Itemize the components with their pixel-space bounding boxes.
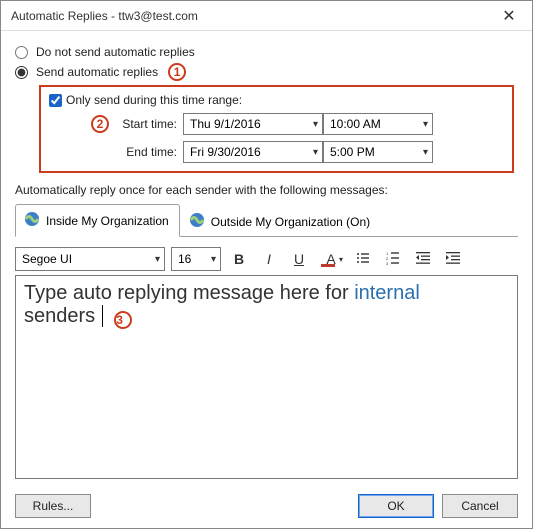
tab-outside-org[interactable]: Outside My Organization (On) (180, 205, 381, 237)
title-bar: Automatic Replies - ttw3@test.com ✕ (1, 1, 532, 31)
chevron-down-icon: ▾ (423, 147, 428, 158)
end-time-label: End time: (113, 145, 183, 159)
end-time-value: 5:00 PM (330, 145, 375, 159)
indent-icon (446, 251, 460, 268)
font-color-button[interactable]: A ▾ (317, 247, 345, 271)
time-grid: 2 Start time: Thu 9/1/2016 ▾ 10:00 AM ▾ … (85, 113, 504, 163)
number-list-button[interactable]: 123 (381, 247, 405, 271)
chevron-down-icon: ▾ (339, 255, 343, 264)
only-send-checkbox[interactable] (49, 94, 62, 107)
chevron-down-icon: ▾ (211, 254, 216, 265)
radio-send-label: Send automatic replies (36, 65, 158, 79)
only-send-checkbox-row[interactable]: Only send during this time range: (49, 93, 504, 107)
indent-button[interactable] (441, 247, 465, 271)
rules-button[interactable]: Rules... (15, 494, 91, 518)
radio-do-not-send[interactable]: Do not send automatic replies (15, 45, 518, 59)
chevron-down-icon: ▾ (155, 254, 160, 265)
number-list-icon: 123 (386, 251, 400, 268)
dialog-footer: Rules... OK Cancel (15, 494, 518, 518)
start-time-label: Start time: (113, 117, 183, 131)
start-time-combo[interactable]: 10:00 AM ▾ (323, 113, 433, 135)
font-name-combo[interactable]: Segoe UI ▾ (15, 247, 165, 271)
italic-button[interactable]: I (257, 247, 281, 271)
tab-inside-label: Inside My Organization (46, 214, 169, 228)
end-time-combo[interactable]: 5:00 PM ▾ (323, 141, 433, 163)
bold-icon: B (234, 251, 244, 267)
ok-button[interactable]: OK (358, 494, 434, 518)
editor-text-1: Type auto replying message here for (24, 282, 354, 304)
editor-text-2: senders (24, 305, 95, 327)
window-title: Automatic Replies - ttw3@test.com (11, 9, 198, 23)
start-date-combo[interactable]: Thu 9/1/2016 ▾ (183, 113, 323, 135)
bullet-list-button[interactable] (351, 247, 375, 271)
tab-outside-label: Outside My Organization (On) (211, 215, 370, 229)
radio-do-not-send-label: Do not send automatic replies (36, 45, 195, 59)
cancel-button[interactable]: Cancel (442, 494, 518, 518)
end-date-combo[interactable]: Fri 9/30/2016 ▾ (183, 141, 323, 163)
callout-2: 2 (91, 115, 109, 133)
start-time-value: 10:00 AM (330, 117, 381, 131)
font-color-bar (321, 264, 335, 267)
chevron-down-icon: ▾ (313, 147, 318, 158)
chevron-down-icon: ▾ (423, 119, 428, 130)
text-caret (96, 305, 103, 327)
time-range-box: Only send during this time range: 2 Star… (39, 85, 514, 173)
dialog-body: Do not send automatic replies Send autom… (1, 31, 532, 485)
callout-3: 3 (114, 311, 132, 329)
radio-do-not-send-input[interactable] (15, 46, 28, 59)
end-date-value: Fri 9/30/2016 (190, 145, 261, 159)
close-icon: ✕ (502, 6, 515, 26)
outdent-icon (416, 251, 430, 268)
message-editor[interactable]: Type auto replying message here for inte… (15, 275, 518, 479)
chevron-down-icon: ▾ (313, 119, 318, 130)
font-size-value: 16 (178, 252, 191, 266)
close-button[interactable]: ✕ (488, 2, 530, 30)
italic-icon: I (267, 251, 271, 267)
outdent-button[interactable] (411, 247, 435, 271)
globe-icon (189, 212, 205, 231)
globe-icon (24, 211, 40, 230)
editor-link-text: internal (354, 282, 420, 304)
automatic-replies-dialog: Automatic Replies - ttw3@test.com ✕ Do n… (0, 0, 533, 529)
svg-text:3: 3 (386, 261, 389, 265)
format-toolbar: Segoe UI ▾ 16 ▾ B I U A ▾ 123 (15, 247, 518, 271)
start-date-value: Thu 9/1/2016 (190, 117, 261, 131)
radio-send-input[interactable] (15, 66, 28, 79)
font-size-combo[interactable]: 16 ▾ (171, 247, 221, 271)
bold-button[interactable]: B (227, 247, 251, 271)
bullet-list-icon (356, 251, 370, 268)
radio-send[interactable]: Send automatic replies 1 (15, 63, 518, 81)
underline-icon: U (294, 251, 304, 267)
tab-inside-org[interactable]: Inside My Organization (15, 204, 180, 237)
font-name-value: Segoe UI (22, 252, 72, 266)
tab-strip: Inside My Organization Outside My Organi… (15, 203, 518, 237)
callout-1: 1 (168, 63, 186, 81)
instruction-text: Automatically reply once for each sender… (15, 183, 518, 197)
only-send-label: Only send during this time range: (66, 93, 242, 107)
underline-button[interactable]: U (287, 247, 311, 271)
